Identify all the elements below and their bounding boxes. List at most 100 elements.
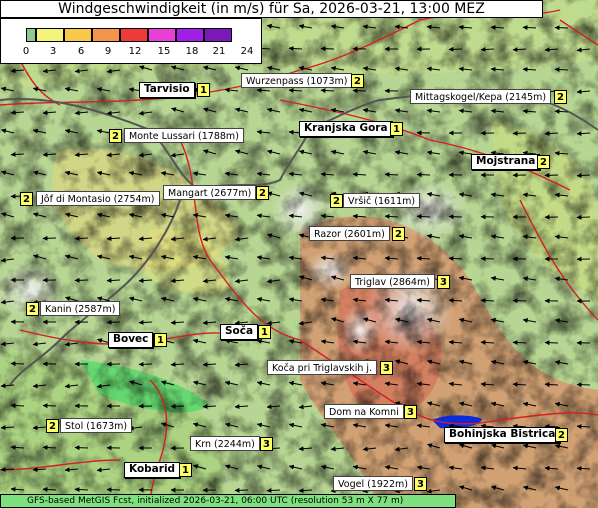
wind-value-badge: 1 xyxy=(197,83,210,97)
legend-segment xyxy=(204,28,232,42)
legend-segment xyxy=(120,28,148,42)
wind-value-badge: 2 xyxy=(351,74,364,88)
wind-value-badge: 2 xyxy=(330,194,343,208)
wind-value-badge: 3 xyxy=(404,405,417,419)
wind-arrow xyxy=(544,340,559,346)
wind-value-badge: 2 xyxy=(46,419,59,433)
station-label-kanin-2587m: Kanin (2587m) xyxy=(40,301,121,316)
wind-arrow xyxy=(416,172,431,178)
wind-arrow xyxy=(10,361,25,367)
wind-speed-legend: 0 3 6 9 12 15 18 21 24 xyxy=(0,18,262,64)
wind-value-badge: 2 xyxy=(26,302,39,316)
wind-arrow xyxy=(576,382,591,388)
station-label-kranjska-gora: Kranjska Gora xyxy=(299,121,393,137)
legend-tick-label: 12 xyxy=(128,46,142,57)
wind-arrow xyxy=(416,214,431,220)
station-label-mittagskogel-kepa-2145m: Mittagskogel/Kepa (2145m) xyxy=(410,89,552,104)
wind-value-badge: 2 xyxy=(392,227,405,241)
station-label-bohinjska-bistrica: Bohinjska Bistrica xyxy=(444,427,561,443)
wind-arrow xyxy=(74,235,89,241)
station-label-triglav-2864m: Triglav (2864m) xyxy=(350,274,435,289)
station-label-vrsic-1611m: Vršič (1611m) xyxy=(343,193,421,208)
wind-arrow xyxy=(448,46,463,52)
wind-arrow xyxy=(170,361,185,367)
legend-tick-label: 0 xyxy=(22,46,30,57)
legend-color-bar xyxy=(26,28,258,42)
wind-arrow xyxy=(352,88,367,94)
wind-arrow xyxy=(0,466,15,472)
wind-arrow xyxy=(74,487,89,493)
station-label-mangart-2677m: Mangart (2677m) xyxy=(163,185,257,200)
wind-arrow xyxy=(42,445,57,451)
station-label-monte-lussari-1788m: Monte Lussari (1788m) xyxy=(124,128,244,143)
wind-arrow xyxy=(320,46,335,52)
wind-arrow xyxy=(288,46,303,52)
legend-tick-label: 3 xyxy=(49,46,57,57)
wind-value-badge: 2 xyxy=(256,186,269,200)
wind-value-badge: 1 xyxy=(258,325,271,339)
wind-arrow xyxy=(448,214,463,220)
legend-tick-label: 21 xyxy=(212,46,226,57)
legend-segment xyxy=(148,28,176,42)
wind-arrow xyxy=(576,424,591,430)
wind-value-badge: 1 xyxy=(390,122,403,136)
wind-arrow xyxy=(512,298,527,304)
wind-arrow xyxy=(170,403,185,409)
wind-value-badge: 2 xyxy=(554,90,567,104)
wind-arrow xyxy=(106,319,121,325)
wind-arrow xyxy=(138,319,153,325)
wind-arrow xyxy=(554,67,569,73)
station-label-soca: Soča xyxy=(220,324,259,340)
station-label-wurzenpass-1073m: Wurzenpass (1073m) xyxy=(241,73,353,88)
wind-arrow xyxy=(138,361,153,367)
wind-arrow xyxy=(544,172,559,178)
legend-segment xyxy=(64,28,92,42)
wind-arrow xyxy=(10,151,25,157)
legend-tick-label: 15 xyxy=(157,46,171,57)
station-label-mojstrana: Mojstrana xyxy=(471,154,541,170)
legend-tick-label: 9 xyxy=(104,46,112,57)
wind-arrow xyxy=(448,256,463,262)
wind-arrow xyxy=(576,214,591,220)
station-label-kobarid: Kobarid xyxy=(124,462,181,478)
legend-tick-label: 24 xyxy=(240,46,254,57)
wind-arrow xyxy=(576,172,591,178)
wind-value-badge: 3 xyxy=(414,477,427,491)
station-label-razor-2601m: Razor (2601m) xyxy=(309,226,390,241)
wind-arrow xyxy=(10,403,25,409)
station-label-vogel-1922m: Vogel (1922m) xyxy=(333,476,413,491)
legend-segment xyxy=(176,28,204,42)
wind-value-badge: 2 xyxy=(555,428,568,442)
wind-arrow xyxy=(554,25,569,31)
wind-arrow xyxy=(522,25,537,31)
wind-arrow xyxy=(512,130,527,136)
wind-value-badge: 2 xyxy=(20,192,33,206)
wind-arrow xyxy=(106,277,121,283)
station-label-dom-na-komni: Dom na Komni xyxy=(324,404,404,419)
wind-arrow xyxy=(74,277,89,283)
wind-arrow xyxy=(384,172,399,178)
wind-arrow xyxy=(480,256,495,262)
wind-arrow xyxy=(42,235,57,241)
legend-segment xyxy=(26,28,36,42)
legend-tick-label: 18 xyxy=(185,46,199,57)
station-label-stol-1673m: Stol (1673m) xyxy=(60,418,133,433)
wind-arrow xyxy=(320,88,335,94)
wind-map: Windgeschwindigkeit (in m/s) für Sa, 202… xyxy=(0,0,598,508)
forecast-info-footer: GFS-based MetGIS Fcst, initialized 2026-… xyxy=(0,494,456,508)
wind-arrow xyxy=(234,487,249,493)
map-title: Windgeschwindigkeit (in m/s) für Sa, 202… xyxy=(0,0,543,18)
wind-value-badge: 3 xyxy=(380,361,393,375)
wind-arrow xyxy=(74,445,89,451)
wind-arrow xyxy=(544,130,559,136)
wind-arrow xyxy=(42,403,57,409)
wind-value-badge: 1 xyxy=(154,333,167,347)
wind-arrow xyxy=(106,487,121,493)
wind-arrow xyxy=(202,403,217,409)
wind-arrow xyxy=(480,46,495,52)
wind-arrow xyxy=(512,340,527,346)
wind-value-badge: 3 xyxy=(260,437,273,451)
legend-segment xyxy=(92,28,120,42)
legend-segment xyxy=(36,28,64,42)
wind-arrow xyxy=(480,298,495,304)
